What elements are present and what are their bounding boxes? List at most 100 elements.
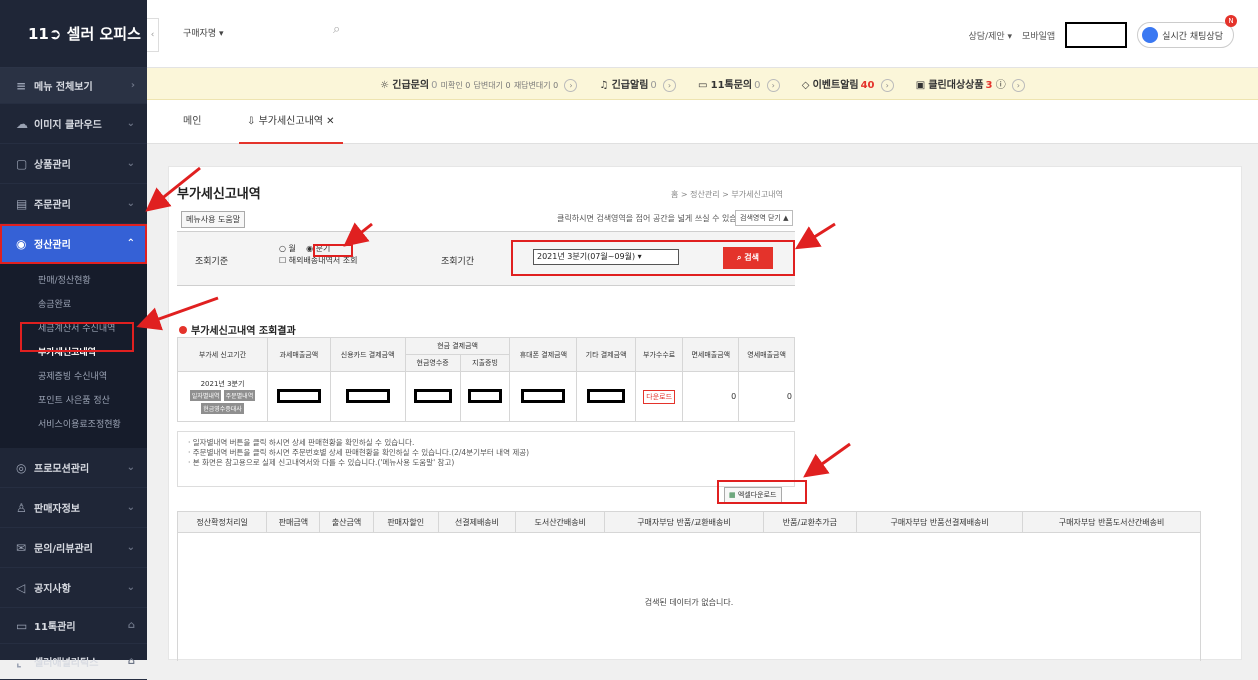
megaphone-icon: ◁ (16, 580, 26, 595)
search-type-select[interactable]: 구매자명 ▾ (183, 26, 224, 39)
column-header: 영세매출금액 (738, 337, 795, 372)
urgent-inquiry-alert[interactable]: ☼ 긴급문의 0 미확인 0 답변대기 0 재답변대기 0 › (380, 76, 578, 92)
search-icon[interactable]: ⌕ (333, 22, 340, 37)
submenu-item[interactable]: 서비스이용료조정현황 (0, 414, 147, 437)
sidebar-item-label: 주문관리 (34, 200, 71, 211)
collapse-sidebar-button[interactable]: ‹ (147, 18, 159, 52)
sidebar-item-analytics[interactable]: ⌞ 셀러애널리틱스 ⌂ (0, 644, 147, 680)
sidebar-item-inquiry[interactable]: ✉ 문의/리뷰관리 ⌄ (0, 528, 147, 568)
talk-inquiry-alert[interactable]: ▭ 11톡문의 0 › (698, 76, 780, 92)
sidebar-item-seller-info[interactable]: ♙ 판매자정보 ⌄ (0, 488, 147, 528)
submenu-item[interactable]: 송금완료 (0, 294, 147, 317)
alert-bar: ☼ 긴급문의 0 미확인 0 답변대기 0 재답변대기 0 › ♫ 긴급알림 0 ›… (147, 68, 1258, 100)
info-line: · 본 화면은 참고용으로 실제 신고내역서와 다를 수 있습니다.('메뉴사용… (188, 458, 455, 467)
top-bar: ‹ 구매자명 ▾ ⌕ 상담/제안 ▾ 모바일앱 실시간 채팅상담 N (147, 0, 1258, 68)
chevron-right-icon[interactable]: › (662, 78, 676, 92)
tag-icon: ◇ (801, 79, 810, 91)
tab-vat-report[interactable]: ⇩ 부가세신고내역 ✕ (239, 100, 343, 144)
sidebar-item-promotion[interactable]: ◎ 프로모션관리 ⌄ (0, 448, 147, 488)
filter-notice: 클릭하시면 검색영역을 접어 공간을 넓게 쓰실 수 있습니다. (557, 214, 754, 223)
tab-main[interactable]: 메인 (183, 100, 201, 144)
sidebar-item-label: 11톡관리 (34, 622, 76, 633)
chat-icon (1142, 27, 1159, 43)
consult-label: 상담/제안 (968, 31, 1005, 42)
tax-free-cell: 0 (682, 371, 740, 422)
redacted-cell (576, 371, 636, 422)
daily-detail-button[interactable]: 일자별내역 (189, 389, 222, 401)
result-title: 부가세신고내역 조회결과 (179, 322, 296, 337)
chevron-right-icon[interactable]: › (880, 78, 894, 92)
sidebar-item-label: 문의/리뷰관리 (34, 544, 93, 555)
chevron-right-icon[interactable]: › (1011, 78, 1025, 92)
mobile-app-link[interactable]: 모바일앱 (1022, 29, 1055, 42)
chevron-right-icon[interactable]: › (564, 78, 578, 92)
overseas-checkbox[interactable]: ☐ 해외배송내역서 조회 (279, 256, 358, 265)
submenu-item[interactable]: 포인트 사은품 정산 (0, 390, 147, 413)
menu-all-button[interactable]: ≡ 메뉴 전체보기 › (0, 68, 147, 104)
sidebar-item-label: 정산관리 (34, 240, 71, 251)
clean-product-alert[interactable]: ▣ 클린대상상품 3 ⓘ › (916, 76, 1025, 92)
close-icon[interactable]: ✕ (326, 116, 334, 127)
sidebar-item-notice[interactable]: ◁ 공지사항 ⌄ (0, 568, 147, 608)
column-header: 출산금액 (319, 511, 374, 533)
sidebar-item-settlement[interactable]: ◉ 정산관리 ⌃ (0, 224, 147, 264)
chevron-down-icon: ⌄ (126, 582, 135, 593)
column-header: 부가세 신고기간 (176, 337, 269, 372)
highlight-box (20, 322, 134, 352)
zero-rated-cell: 0 (738, 371, 795, 422)
radio-month[interactable]: ○ 월 (279, 244, 296, 253)
chat-label: 실시간 채팅상담 (1162, 31, 1223, 42)
period-label: 조회기간 (441, 257, 475, 267)
order-detail-button[interactable]: 주문별내역 (223, 389, 256, 401)
result-title-text: 부가세신고내역 조회결과 (191, 326, 296, 337)
chat-icon: ▭ (697, 79, 708, 91)
live-chat-button[interactable]: 실시간 채팅상담 N (1137, 15, 1237, 48)
inquiry-icon: ✉ (16, 540, 27, 555)
event-alert[interactable]: ◇ 이벤트알림 40 › (802, 76, 894, 92)
search-type-label: 구매자명 (183, 29, 217, 39)
sidebar-item-orders[interactable]: ▤ 주문관리 ⌄ (0, 184, 147, 224)
column-header: 구매자부담 반품도서산간배송비 (1022, 511, 1201, 533)
redacted-cell (404, 371, 461, 422)
alert-label: 클린대상상품 (928, 79, 984, 91)
clipboard-icon: ▣ (915, 79, 926, 91)
highlight-box (511, 240, 795, 276)
fee-cell: 다운로드 (634, 371, 684, 422)
column-header: 휴대폰 결제금액 (509, 337, 578, 372)
period-cell: 2021년 3분기 일자별내역 주문별내역 현금영수증대사 (176, 371, 269, 422)
settlement-icon: ◉ (16, 236, 27, 251)
redacted-box (1065, 22, 1128, 48)
alert-label: 이벤트알림 (812, 79, 859, 91)
urgent-alarm-alert[interactable]: ♫ 긴급알림 0 › (599, 76, 676, 92)
app-logo[interactable]: 11➲ 셀러 오피스 (0, 0, 147, 68)
help-button[interactable]: 메뉴사용 도움말 (181, 211, 246, 228)
submenu-item[interactable]: 공제증빙 수신내역 (0, 366, 147, 389)
empty-message: 검색된 데이터가 없습니다. (644, 598, 734, 607)
sidebar-item-products[interactable]: ▢ 상품관리 ⌄ (0, 144, 147, 184)
menu-all-label: 메뉴 전체보기 (34, 82, 93, 93)
column-header: 도서산간배송비 (515, 511, 606, 533)
cash-receipt-button[interactable]: 현금영수증대사 (201, 402, 244, 414)
sidebar-item-label: 상품관리 (34, 160, 71, 171)
sidebar-item-11talk[interactable]: ▭ 11톡관리 ⌂ (0, 608, 147, 644)
close-filter-button[interactable]: 검색영역 닫기 ▲ (735, 210, 794, 226)
checkbox-label: 해외배송내역서 조회 (288, 256, 358, 265)
highlight-box (717, 480, 807, 504)
summary-table: 부가세 신고기간 과세매출금액 신용카드 결제금액 현금 결제금액 휴대폰 결제… (176, 337, 795, 422)
column-header: 선결제배송비 (437, 511, 517, 533)
bullet-icon (179, 326, 187, 334)
column-header: 판매금액 (266, 511, 321, 533)
main-content: 부가세신고내역 홈 > 정산관리 > 부가세신고내역 메뉴사용 도움말 클릭하시… (168, 166, 1242, 661)
redacted-cell (329, 371, 406, 422)
radio-label: 월 (288, 244, 296, 253)
download-button[interactable]: 다운로드 (643, 389, 676, 404)
alert-label: 11톡문의 (710, 79, 753, 91)
chevron-right-icon[interactable]: › (766, 78, 780, 92)
consult-link[interactable]: 상담/제안 ▾ (969, 29, 1013, 42)
submenu-item[interactable]: 판매/정산현황 (0, 270, 147, 293)
column-header: 구매자부담 반품선결제배송비 (856, 511, 1024, 533)
alert-count: 0 (431, 79, 438, 91)
sidebar-item-image-cloud[interactable]: ☁ 이미지 클라우드 ⌄ (0, 104, 147, 144)
chat-icon: ▭ (16, 618, 28, 633)
chevron-down-icon: ⌄ (126, 502, 135, 513)
